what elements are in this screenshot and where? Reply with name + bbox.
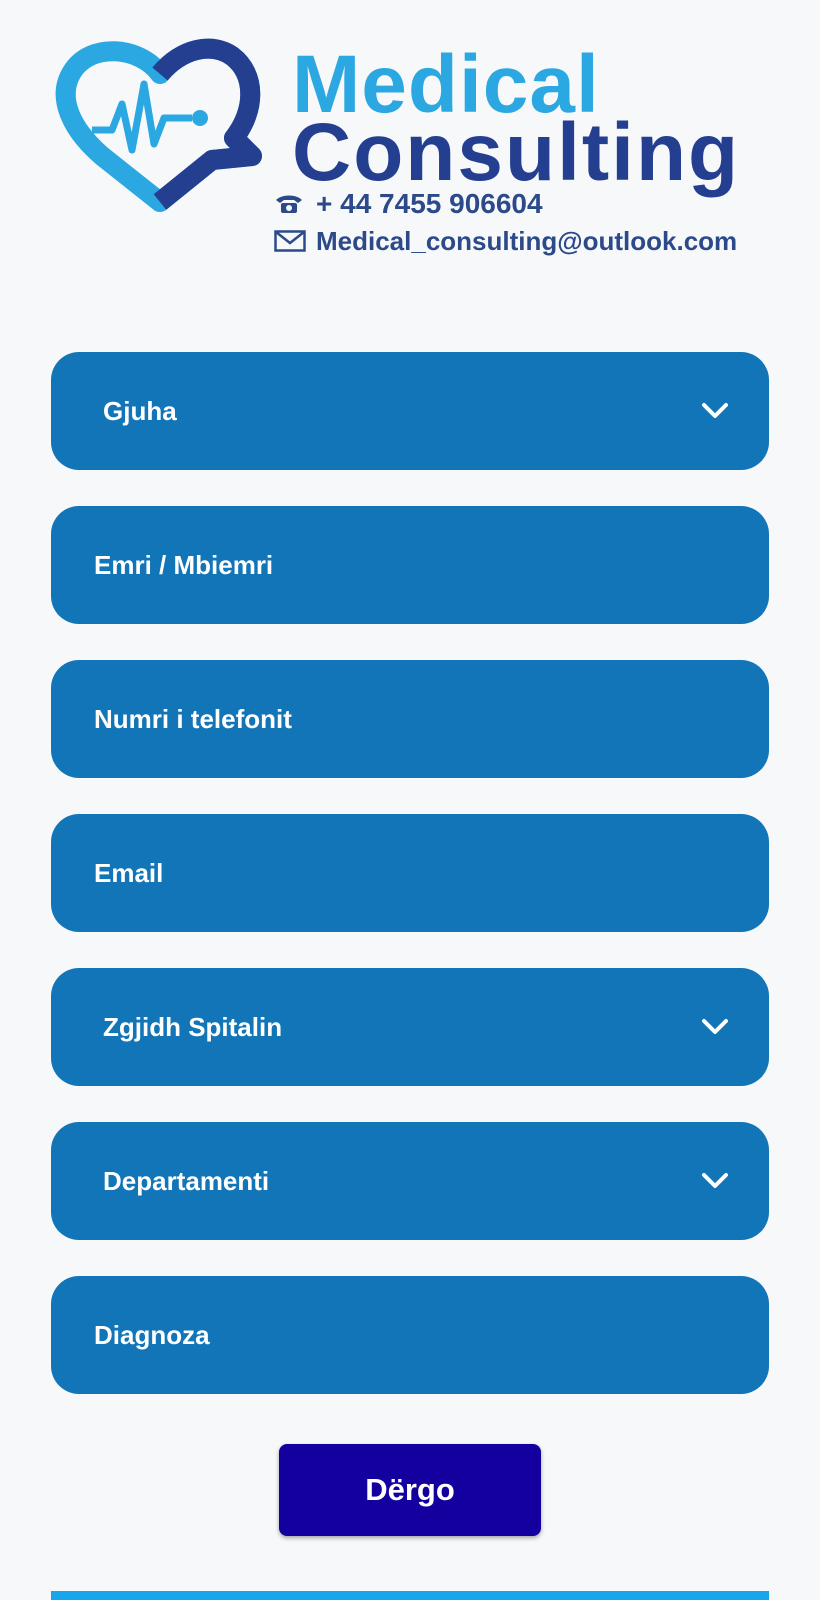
department-select-label: Departamenti: [103, 1165, 270, 1196]
language-select[interactable]: Gjuha: [51, 352, 769, 470]
contact-email-text: Medical_consulting@outlook.com: [316, 226, 738, 256]
brand-logo: Medical Consulting + 44 7455 906604 Medi…: [52, 34, 772, 264]
submit-button[interactable]: Dërgo: [279, 1444, 541, 1536]
diagnosis-placeholder: Diagnoza: [94, 1319, 210, 1350]
telephone-icon: [274, 194, 308, 214]
chevron-down-icon: [702, 1173, 728, 1188]
envelope-icon: [274, 230, 308, 252]
brand-name-line2: Consulting: [292, 107, 741, 198]
chevron-down-icon: [702, 403, 728, 418]
full-name-field[interactable]: Emri / Mbiemri: [51, 506, 769, 624]
phone-number-placeholder: Numri i telefonit: [94, 703, 292, 734]
contact-email: Medical_consulting@outlook.com: [274, 228, 737, 254]
language-select-label: Gjuha: [103, 395, 177, 426]
department-select[interactable]: Departamenti: [51, 1122, 769, 1240]
heart-heartbeat-icon: [55, 38, 262, 212]
phone-number-field[interactable]: Numri i telefonit: [51, 660, 769, 778]
contact-phone-text: + 44 7455 906604: [316, 188, 543, 219]
hospital-select-label: Zgjidh Spitalin: [103, 1011, 283, 1042]
contact-phone: + 44 7455 906604: [274, 190, 543, 218]
email-field[interactable]: Email: [51, 814, 769, 932]
consultation-form: Gjuha Emri / Mbiemri Numri i telefonit E…: [51, 352, 769, 1430]
diagnosis-field[interactable]: Diagnoza: [51, 1276, 769, 1394]
hospital-select[interactable]: Zgjidh Spitalin: [51, 968, 769, 1086]
bottom-accent-bar: [51, 1591, 769, 1600]
email-placeholder: Email: [94, 857, 164, 888]
full-name-placeholder: Emri / Mbiemri: [94, 549, 274, 580]
chevron-down-icon: [702, 1019, 728, 1034]
